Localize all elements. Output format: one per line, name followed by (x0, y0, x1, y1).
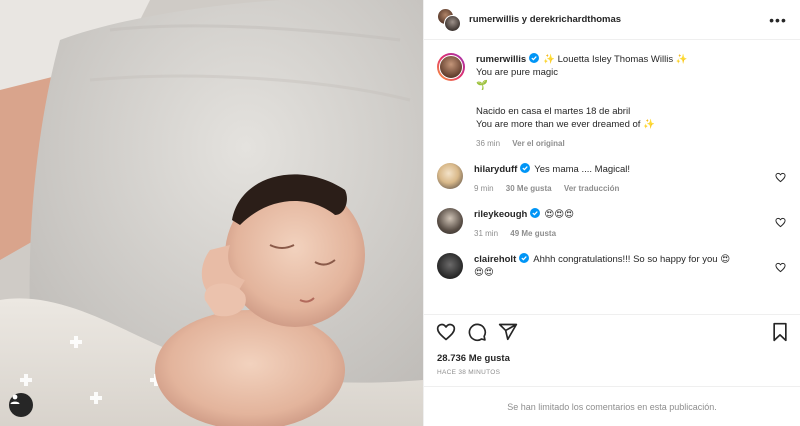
verified-icon (530, 208, 541, 218)
heart-icon[interactable] (775, 217, 786, 228)
share-icon[interactable] (498, 322, 518, 342)
comment-meta: 9 min 30 Me gusta Ver traducción (474, 182, 770, 195)
avatar[interactable] (437, 53, 465, 81)
caption-time[interactable]: 36 min (476, 139, 500, 148)
comment-username[interactable]: rileykeough (474, 209, 527, 220)
comment-time[interactable]: 31 min (474, 229, 498, 238)
verified-icon (520, 163, 531, 173)
bookmark-icon[interactable] (770, 322, 790, 342)
instagram-post: rumerwillis y derekrichardthomas ••• rum… (0, 0, 800, 426)
caption-line: You are more than we ever dreamed of ✨ (476, 119, 655, 130)
verified-icon (519, 253, 530, 263)
comment-time[interactable]: 9 min (474, 184, 494, 193)
comment-text: Ahhh congratulations!!! So so happy for … (533, 254, 731, 265)
caption-line: Nacido en casa el martes 18 de abril (476, 106, 631, 117)
collab-avatars[interactable] (437, 7, 461, 32)
comments-list: rumerwillis ✨ Louetta Isley Thomas Willis… (424, 41, 800, 311)
avatar[interactable] (437, 208, 463, 234)
caption-line: You are pure magic (476, 67, 559, 78)
comment-item: hilaryduff Yes mama .... Magical! 9 min 3… (437, 163, 786, 195)
comment-likes[interactable]: 49 Me gusta (510, 229, 556, 238)
post-header: rumerwillis y derekrichardthomas ••• (424, 0, 800, 40)
see-translation-button[interactable]: Ver traducción (564, 184, 620, 193)
post-timestamp: HACE 38 MINUTOS (437, 369, 501, 376)
caption-meta: 36 min Ver el original (476, 137, 770, 150)
caption: rumerwillis ✨ Louetta Isley Thomas Willis… (437, 53, 786, 150)
comment-username[interactable]: hilaryduff (474, 164, 517, 175)
comment-item: rileykeough 😍😍😍 31 min 49 Me gusta (437, 208, 786, 240)
heart-icon[interactable] (775, 172, 786, 183)
comment-likes[interactable]: 30 Me gusta (506, 184, 552, 193)
see-original-button[interactable]: Ver el original (512, 139, 564, 148)
tag-person-button[interactable] (9, 393, 33, 417)
heart-icon[interactable] (436, 322, 456, 342)
comment-text: 😍😍😍 (544, 209, 575, 220)
comment-username[interactable]: claireholt (474, 254, 516, 265)
avatar[interactable] (437, 163, 463, 189)
caption-username[interactable]: rumerwillis (476, 54, 526, 65)
newborn-photo (0, 0, 423, 426)
avatar[interactable] (437, 253, 463, 279)
likes-count[interactable]: 28.736 Me gusta (437, 353, 790, 364)
caption-line: 🌱 (476, 80, 488, 91)
avatar-derekrichardthomas (444, 14, 461, 32)
action-bar: 28.736 Me gusta HACE 38 MINUTOS (424, 314, 800, 376)
comment-item: claireholt Ahhh congratulations!!! So so … (437, 253, 786, 279)
post-authors[interactable]: rumerwillis y derekrichardthomas (469, 14, 768, 25)
comments-limited-notice: Se han limitado los comentarios en esta … (424, 386, 800, 426)
caption-line (476, 92, 770, 105)
comment-icon[interactable] (467, 322, 487, 342)
post-photo[interactable] (0, 0, 423, 426)
heart-icon[interactable] (775, 262, 786, 273)
comment-text-continued: 😍😍 (474, 267, 494, 278)
more-options-icon: ••• (769, 11, 787, 28)
verified-icon (529, 53, 540, 63)
caption-text: rumerwillis ✨ Louetta Isley Thomas Willis… (476, 53, 770, 131)
post-side-panel: rumerwillis y derekrichardthomas ••• rum… (423, 0, 800, 426)
comment-text: Yes mama .... Magical! (534, 164, 631, 175)
more-options-button[interactable]: ••• (768, 10, 788, 30)
tag-person-icon (10, 394, 20, 404)
comment-meta: 31 min 49 Me gusta (474, 227, 770, 240)
caption-line: ✨ Louetta Isley Thomas Willis ✨ (543, 54, 688, 65)
